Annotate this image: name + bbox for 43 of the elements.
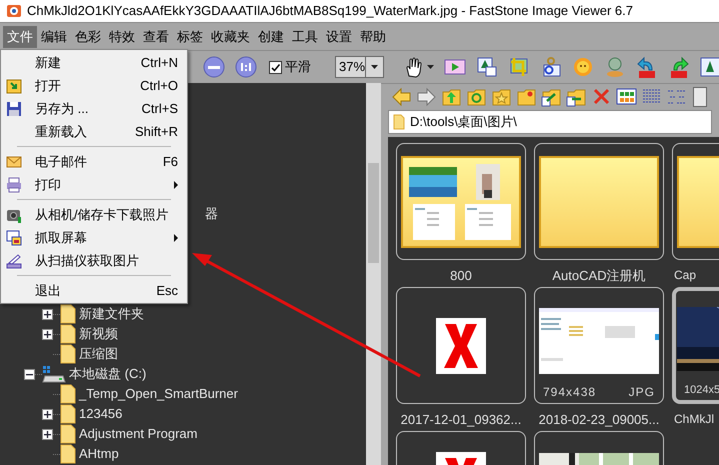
menu-entry[interactable]: 打开 Ctrl+O — [1, 74, 187, 97]
thumbnail-label[interactable]: 800 — [450, 260, 472, 287]
menu-entry[interactable]: 新建 Ctrl+N — [1, 51, 187, 74]
path-field[interactable]: D:\tools\桌面\图片\ — [388, 110, 712, 134]
tree-item[interactable]: AHtmp — [79, 444, 119, 464]
image-dimensions: 794x438 — [543, 384, 596, 401]
thumbnail-label[interactable]: ChMkJl — [674, 404, 714, 431]
tree-item[interactable]: 新视频 — [79, 324, 118, 344]
menu-item[interactable]: 查看 — [139, 26, 173, 48]
menu-item[interactable]: 标签 — [173, 26, 207, 48]
menu-item[interactable]: 创建 — [254, 26, 288, 48]
tree-item[interactable]: Adjustment Program — [79, 424, 198, 444]
thumbnail-label[interactable]: 2018-02-23_09005... — [538, 404, 660, 431]
menu-item[interactable]: 收藏夹 — [207, 26, 254, 48]
menu-item[interactable]: 设置 — [322, 26, 356, 48]
tree-item[interactable]: 压缩图 — [79, 344, 118, 364]
menu-item[interactable]: 工具 — [288, 26, 322, 48]
tree-item[interactable]: 本地磁盘 (C:) — [69, 364, 146, 384]
menu-item[interactable]: 文件 — [3, 26, 37, 48]
menu-item[interactable]: 编辑 — [37, 26, 71, 48]
tree-item[interactable]: _Temp_Open_SmartBurner — [79, 384, 238, 404]
tree-item[interactable]: 新建文件夹 — [79, 304, 144, 324]
menu-item[interactable]: 帮助 — [356, 26, 390, 48]
menu-entry[interactable]: 电子邮件 F6 — [1, 150, 187, 173]
menu-entry[interactable]: 另存为 ... Ctrl+S — [1, 97, 187, 120]
window-title: ChMkJld2O1KlYcasAAfEkkY3GDAAATIlAJ6btMAB8Sq199_WaterMark.jpg - FastStone Image Viewer 6.7 — [27, 2, 633, 20]
tree-item[interactable]: 器 — [205, 204, 218, 224]
menu-entry[interactable]: 从相机/储存卡下载照片 — [1, 203, 187, 226]
smooth-label: 平滑 — [285, 58, 311, 76]
menu-entry[interactable]: 抓取屏幕 — [1, 226, 187, 249]
thumbnail-label[interactable]: 2017-12-01_09362... — [400, 404, 522, 431]
thumbnail-label[interactable]: Cap — [674, 260, 696, 287]
image-format: JPG — [628, 384, 655, 401]
menu-item[interactable]: 色彩 — [71, 26, 105, 48]
menu-item[interactable]: 特效 — [105, 26, 139, 48]
menu-entry[interactable]: 重新载入 Shift+R — [1, 120, 187, 143]
tree-item[interactable]: 123456 — [79, 404, 122, 424]
thumbnail-label[interactable]: AutoCAD注册机 — [552, 260, 646, 287]
thumbnail-card[interactable]: 794x438 JPG — [534, 287, 664, 404]
zoom-combo[interactable]: 37% — [335, 56, 384, 78]
menu-entry[interactable]: 从扫描仪获取图片 — [1, 249, 187, 272]
menu-entry[interactable]: 退出 Esc — [1, 279, 187, 302]
menu-entry[interactable]: 打印 — [1, 173, 187, 196]
